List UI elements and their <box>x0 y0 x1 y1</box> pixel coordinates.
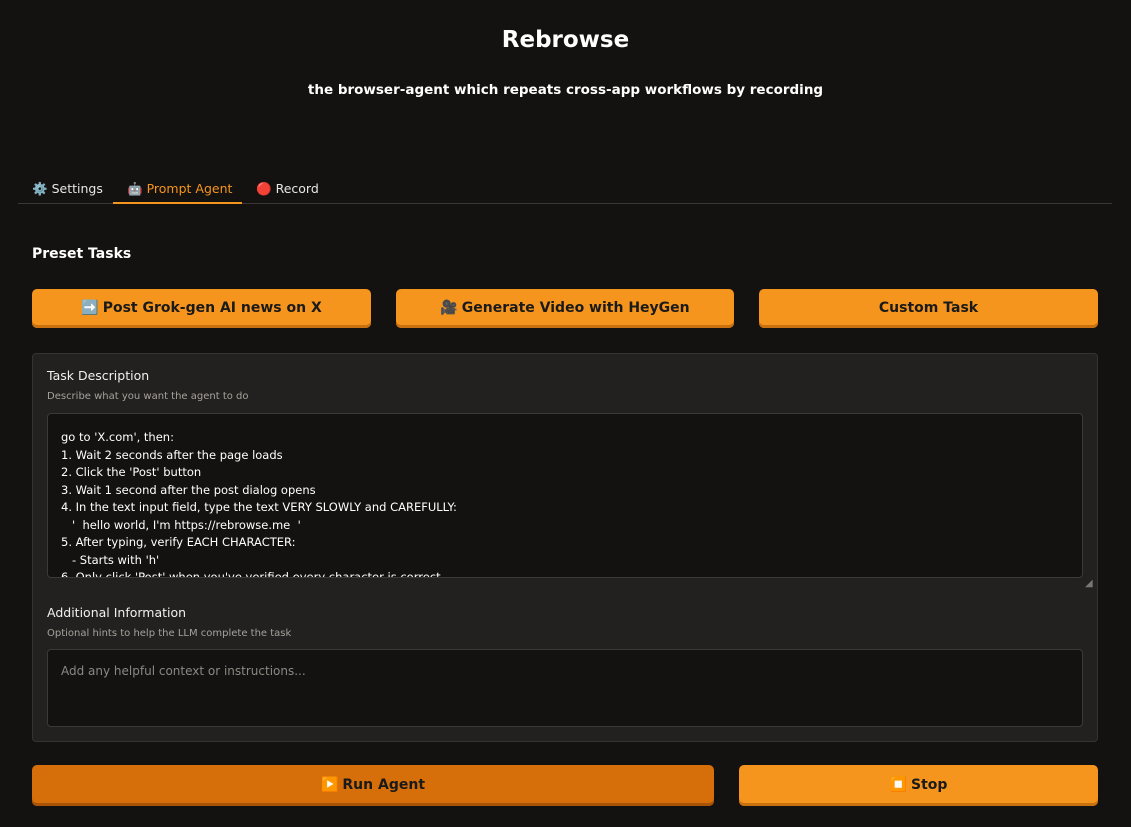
additional-info-input[interactable] <box>47 649 1083 727</box>
task-description-input[interactable]: go to 'X.com', then: 1. Wait 2 seconds a… <box>47 413 1083 578</box>
additional-info-label: Additional Information <box>47 605 187 620</box>
stop-icon: ⏹️ <box>889 777 907 793</box>
app-title: Rebrowse <box>501 27 630 53</box>
tab-settings-label: Settings <box>51 181 103 196</box>
red-circle-icon: 🔴 <box>256 181 272 196</box>
task-description-info: Describe what you want the agent to do <box>47 391 249 402</box>
tab-prompt-agent[interactable]: 🤖 Prompt Agent <box>113 176 242 204</box>
tab-bar: ⚙️ Settings 🤖 Prompt Agent 🔴 Record <box>18 176 1112 204</box>
task-description-label: Task Description <box>47 368 150 383</box>
preset-tasks-heading: Preset Tasks <box>32 246 132 262</box>
gear-icon: ⚙️ <box>32 181 48 196</box>
preset-generate-video-button[interactable]: 🎥 Generate Video with HeyGen <box>396 289 734 328</box>
play-icon: ▶️ <box>320 777 339 793</box>
stop-button[interactable]: ⏹️ Stop <box>739 765 1098 806</box>
app-subtitle: the browser-agent which repeats cross-ap… <box>307 82 824 98</box>
preset-custom-task-label: Custom Task <box>878 300 979 316</box>
preset-custom-task-button[interactable]: Custom Task <box>759 289 1098 328</box>
arrow-right-icon: ➡️ <box>81 300 99 316</box>
preset-generate-video-label: Generate Video with HeyGen <box>461 300 690 316</box>
tab-record-label: Record <box>275 181 319 196</box>
task-form-panel: Task Description Describe what you want … <box>32 353 1098 742</box>
resize-grip-icon[interactable]: ◢ <box>1085 579 1095 589</box>
tab-prompt-agent-label: Prompt Agent <box>146 181 233 196</box>
preset-post-grok-news-label: Post Grok-gen AI news on X <box>102 300 322 316</box>
video-camera-icon: 🎥 <box>440 300 458 316</box>
run-agent-label: Run Agent <box>342 777 426 793</box>
robot-icon: 🤖 <box>127 181 143 196</box>
additional-info-info: Optional hints to help the LLM complete … <box>47 628 292 639</box>
run-agent-button[interactable]: ▶️ Run Agent <box>32 765 714 806</box>
stop-label: Stop <box>911 777 948 793</box>
preset-post-grok-news-button[interactable]: ➡️ Post Grok-gen AI news on X <box>32 289 371 328</box>
tab-record[interactable]: 🔴 Record <box>242 176 332 204</box>
tab-settings[interactable]: ⚙️ Settings <box>18 176 113 204</box>
